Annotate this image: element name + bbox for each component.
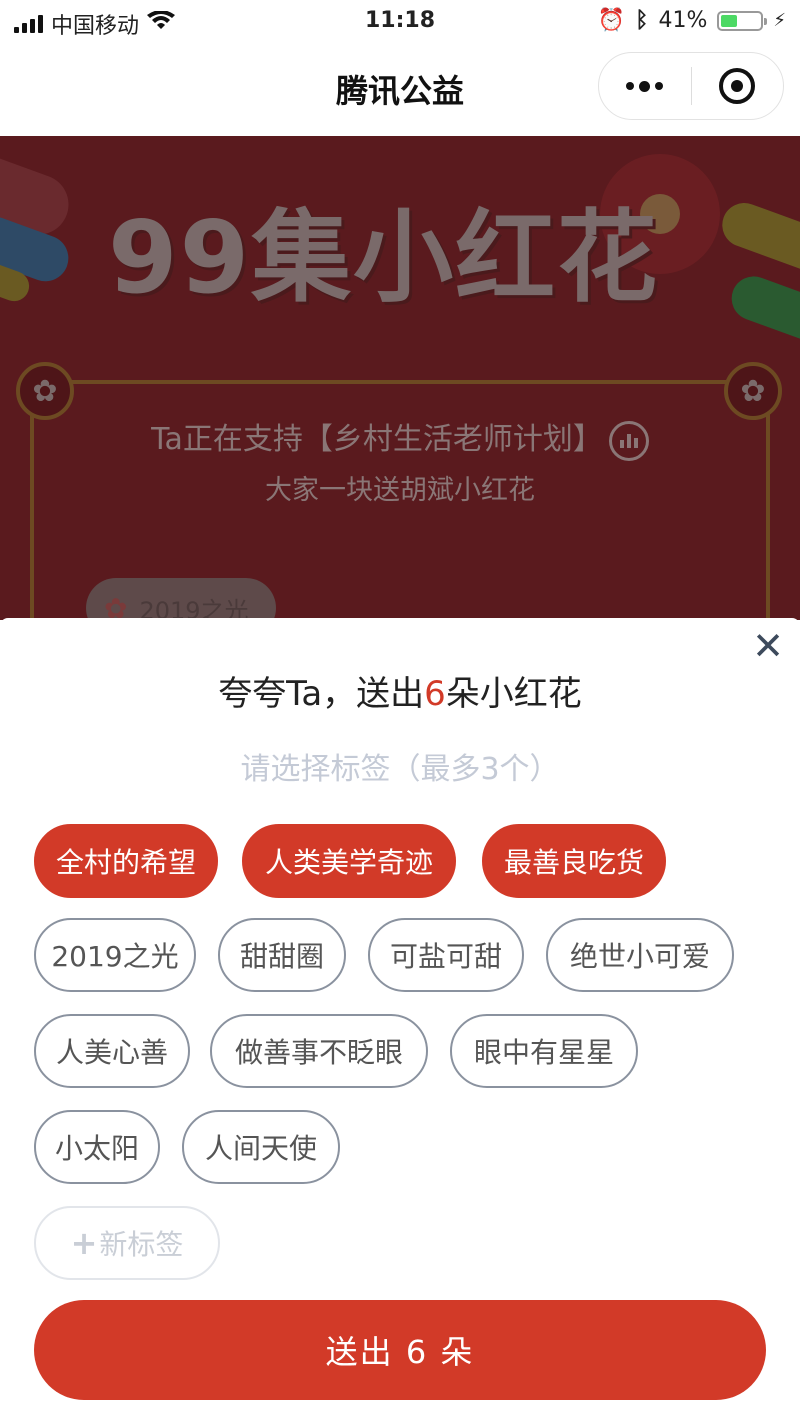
alarm-icon: ⏰ <box>597 8 626 33</box>
more-button[interactable] <box>599 53 691 119</box>
tag-option[interactable]: 眼中有星星 <box>450 1014 638 1088</box>
rosette-icon: ✿ <box>16 362 74 420</box>
add-tag-button[interactable]: + 新标签 <box>34 1206 220 1280</box>
banner-title: 99集小红花 <box>108 199 660 316</box>
banner-support-text: Ta正在支持【乡村生活老师计划】 <box>0 414 800 461</box>
tag-option[interactable]: 人美心善 <box>34 1014 190 1088</box>
status-bar: 中国移动 11:18 ⏰ ᛒ 41% ⚡ <box>0 0 800 44</box>
sheet-title: 夸夸Ta，送出6朵小红花 <box>218 674 582 714</box>
tag-selected[interactable]: 最善良吃货 <box>482 824 666 898</box>
nav-bar: 腾讯公益 <box>0 44 800 136</box>
plus-icon: + <box>70 1224 98 1262</box>
charging-icon: ⚡ <box>773 10 786 31</box>
miniprogram-capsule <box>598 52 784 120</box>
banner-tag-chip: ✿ 2019之光 <box>86 578 276 620</box>
close-icon[interactable]: ✕ <box>748 626 788 666</box>
target-icon <box>719 68 756 104</box>
tag-option[interactable]: 2019之光 <box>34 918 196 992</box>
banner-chip-label: 2019之光 <box>139 596 249 621</box>
sheet-hint: 请选择标签（最多3个） <box>240 752 560 787</box>
tag-option[interactable]: 小太阳 <box>34 1110 160 1184</box>
decor-stripe <box>716 196 800 280</box>
tag-option[interactable]: 甜甜圈 <box>218 918 346 992</box>
flower-count: 6 <box>424 674 446 714</box>
tag-option[interactable]: 可盐可甜 <box>368 918 524 992</box>
tag-selected[interactable]: 全村的希望 <box>34 824 218 898</box>
battery-percent: 41% <box>658 8 708 33</box>
add-tag-label: 新标签 <box>99 1228 184 1261</box>
more-dots-icon <box>626 82 635 90</box>
tag-option[interactable]: 做善事不眨眼 <box>210 1014 428 1088</box>
decor-stripe <box>725 270 800 346</box>
flower-icon: ✿ <box>104 591 128 621</box>
send-flowers-button[interactable]: 送出 6 朵 <box>34 1300 766 1400</box>
bluetooth-icon: ᛒ <box>635 8 649 33</box>
chart-icon <box>608 420 649 461</box>
banner-invite-text: 大家一块送胡斌小红花 <box>265 475 535 506</box>
tag-selected[interactable]: 人类美学奇迹 <box>242 824 456 898</box>
banner: 99集小红花 ✿ ✿ Ta正在支持【乡村生活老师计划】 大家一块送胡斌小红花 ✿… <box>0 136 800 620</box>
rosette-icon: ✿ <box>724 362 782 420</box>
close-miniprogram-button[interactable] <box>692 53 784 119</box>
battery-icon <box>717 10 768 31</box>
tag-selection-sheet: ✕ 夸夸Ta，送出6朵小红花 请选择标签（最多3个） 全村的希望 人类美学奇迹 … <box>0 618 800 1422</box>
tag-option[interactable]: 人间天使 <box>182 1110 340 1184</box>
tag-option[interactable]: 绝世小可爱 <box>546 918 734 992</box>
